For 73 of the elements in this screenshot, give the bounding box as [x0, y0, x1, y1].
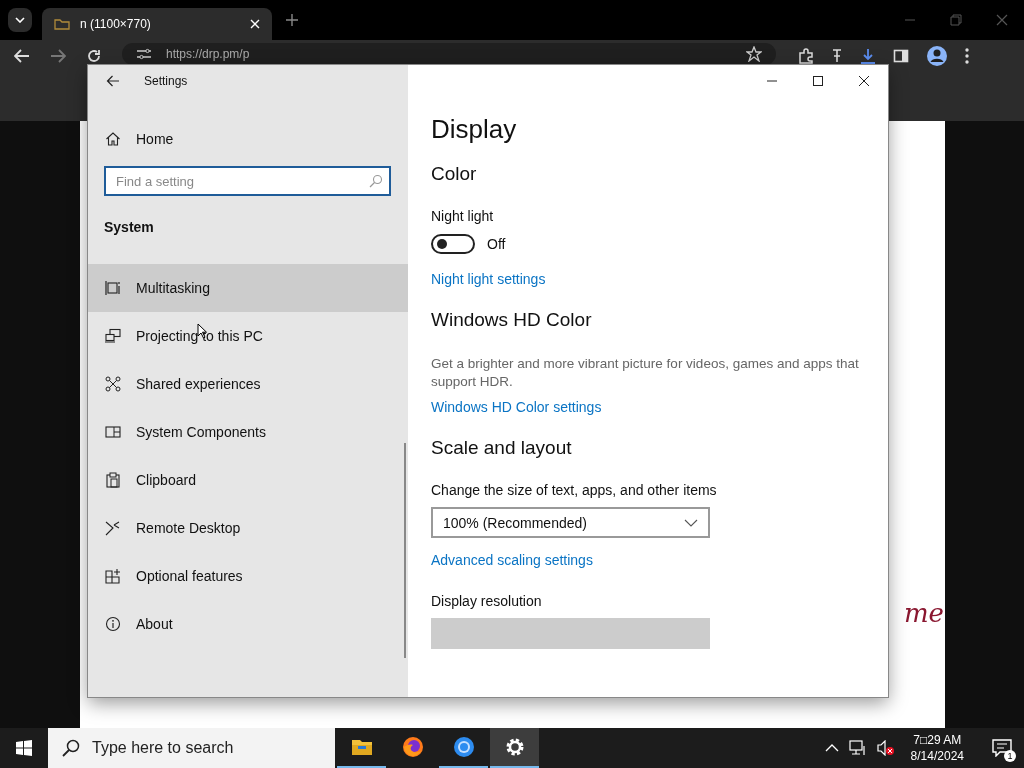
sidebar-item[interactable]: System Components — [88, 408, 408, 456]
toggle-switch[interactable] — [431, 234, 475, 254]
sidebar-item[interactable]: About — [88, 600, 408, 648]
tab-list-button[interactable] — [8, 8, 32, 32]
remote-arrows-icon — [105, 520, 121, 536]
side-panel-icon[interactable] — [893, 48, 909, 64]
close-icon[interactable] — [858, 75, 870, 87]
chevron-down-icon — [15, 17, 25, 23]
browser-circle-icon — [451, 735, 476, 759]
network-nodes-icon — [105, 376, 121, 392]
description-text: Get a brighter and more vibrant picture for videos, games and apps that support HDR. — [431, 355, 860, 391]
setting-label: Display resolution — [431, 593, 543, 609]
page-text: me — [903, 598, 944, 628]
reload-icon[interactable] — [86, 48, 102, 64]
toggle-state-label: Off — [487, 236, 506, 252]
page-title: Display — [431, 114, 518, 145]
clipboard-icon — [105, 472, 121, 488]
search-icon[interactable] — [369, 174, 383, 188]
notification-icon — [992, 739, 1012, 757]
notification-button[interactable]: 1 — [980, 728, 1024, 768]
section-heading: Scale and layout — [431, 437, 573, 459]
sidebar-item[interactable]: Multitasking — [88, 264, 408, 312]
scrollbar[interactable] — [404, 443, 406, 658]
sidebar-item[interactable]: Remote Desktop — [88, 504, 408, 552]
clock[interactable]: 7□29 AM 8/14/2024 — [904, 732, 970, 764]
network-icon[interactable] — [848, 740, 867, 756]
browser-tab[interactable]: n (1100×770) — [42, 8, 272, 40]
sidebar-item[interactable]: Optional features — [88, 552, 408, 600]
chevron-down-icon — [684, 518, 698, 527]
section-heading: Windows HD Color — [431, 309, 593, 331]
site-info-icon[interactable] — [136, 48, 152, 60]
search-icon — [62, 739, 80, 757]
settings-link[interactable]: Windows HD Color settings — [431, 399, 602, 415]
taskbar-app[interactable] — [490, 728, 539, 768]
fox-globe-icon — [400, 735, 425, 759]
address-bar[interactable]: https://drp.pm/p — [122, 43, 776, 65]
pin-icon[interactable] — [831, 48, 843, 64]
setting-label: Change the size of text, apps, and other items — [431, 482, 718, 498]
section-heading: System — [104, 219, 155, 235]
sidebar-item[interactable]: Clipboard — [88, 456, 408, 504]
home-icon — [105, 131, 121, 147]
dropdown[interactable]: 100% (Recommended) — [431, 507, 710, 538]
plus-icon[interactable] — [286, 14, 298, 26]
setting-label: Night light — [431, 208, 495, 224]
profile-avatar-icon[interactable] — [926, 45, 948, 67]
info-icon — [105, 616, 121, 632]
sidebar-item[interactable]: Shared experiences — [88, 360, 408, 408]
star-icon[interactable] — [746, 46, 762, 62]
speaker-muted-icon[interactable] — [876, 740, 895, 756]
maximize-icon[interactable] — [812, 75, 824, 87]
clock-date: 8/14/2024 — [910, 748, 964, 764]
projector-icon — [105, 328, 121, 344]
taskbar-search-field[interactable]: Type here to search — [48, 728, 335, 768]
windows-logo-icon — [16, 740, 32, 756]
puzzle-icon[interactable] — [798, 48, 814, 64]
notification-count: 1 — [1004, 750, 1016, 762]
grid-plus-icon — [105, 568, 121, 584]
search-field[interactable]: Find a setting — [104, 166, 391, 196]
back-arrow-icon[interactable] — [106, 75, 120, 87]
settings-link[interactable]: Advanced scaling settings — [431, 552, 593, 568]
clock-time: 7□29 AM — [913, 732, 962, 748]
forward-arrow-icon[interactable] — [50, 49, 66, 63]
more-options-icon[interactable] — [965, 48, 969, 64]
home-nav-item[interactable]: Home — [105, 129, 408, 149]
multitasking-icon — [105, 280, 121, 296]
panel-window-icon — [105, 424, 121, 440]
window-title: Settings — [144, 74, 188, 88]
section-heading: Color — [431, 163, 478, 185]
download-icon[interactable] — [860, 48, 876, 64]
chevron-up-icon[interactable] — [824, 744, 839, 752]
url-text: https://drp.pm/p — [166, 47, 250, 61]
settings-link[interactable]: Night light settings — [431, 271, 546, 287]
folder-icon — [54, 18, 70, 30]
